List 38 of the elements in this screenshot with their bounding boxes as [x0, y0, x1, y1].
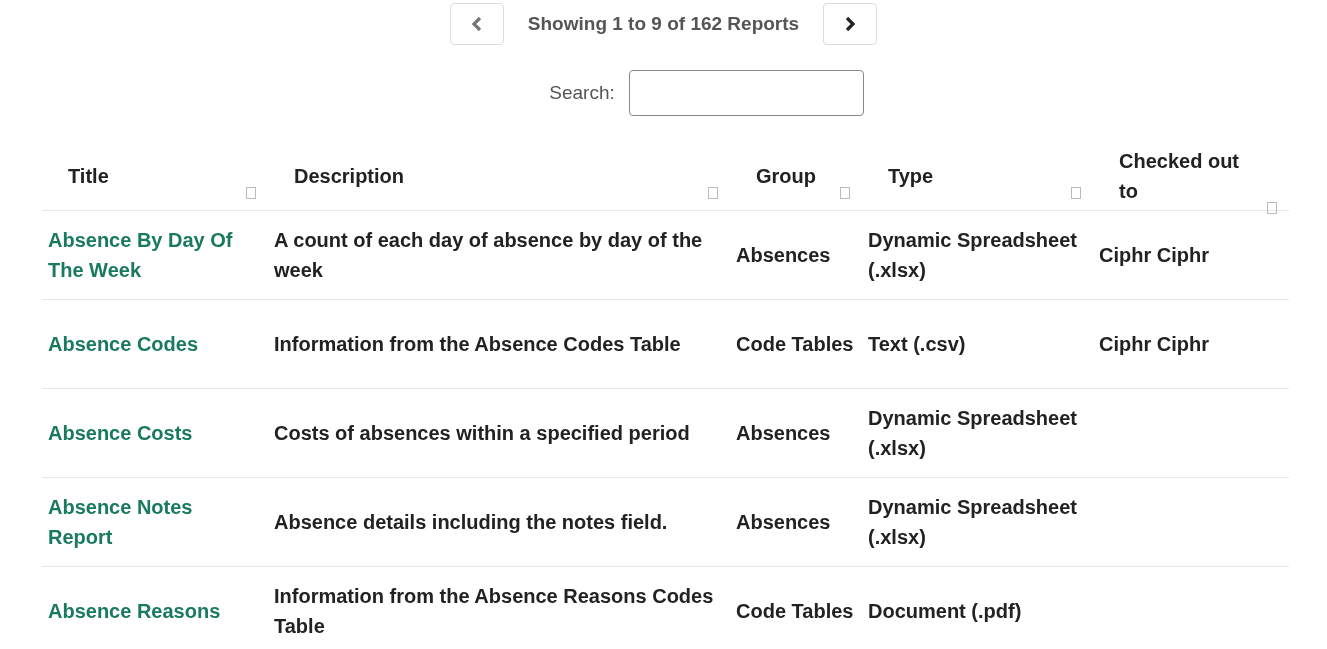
chevron-right-icon [844, 16, 857, 32]
type-cell: Text (.csv) [868, 333, 966, 355]
page-summary: Showing 1 to 9 of 162 Reports [526, 13, 801, 35]
report-title-link[interactable]: Absence Notes Report [48, 492, 262, 552]
report-title-link[interactable]: Absence Costs [48, 418, 193, 448]
description-cell: Information from the Absence Codes Table [274, 333, 681, 355]
sort-icon[interactable] [708, 186, 718, 199]
type-cell: Dynamic Spreadsheet (.xlsx) [868, 229, 1077, 281]
sort-icon[interactable] [1071, 186, 1081, 199]
group-cell: Code Tables [736, 333, 854, 355]
group-cell: Absences [736, 511, 831, 533]
sort-icon[interactable] [1267, 201, 1277, 214]
group-cell: Code Tables [736, 600, 854, 622]
description-cell: A count of each day of absence by day of the week [274, 229, 703, 281]
group-cell: Absences [736, 422, 831, 444]
type-cell: Dynamic Spreadsheet (.xlsx) [868, 496, 1077, 548]
search-label: Search: [549, 82, 615, 104]
checked-out-cell: Ciphr Ciphr [1099, 244, 1209, 266]
type-cell: Document (.pdf) [868, 600, 1022, 622]
next-page-button[interactable] [823, 3, 878, 45]
column-header[interactable]: Group [756, 160, 816, 191]
report-title-link[interactable]: Absence By Day Of The Week [48, 225, 262, 285]
group-cell: Absences [736, 244, 831, 266]
report-title-link[interactable]: Absence Reasons [48, 596, 221, 626]
description-cell: Absence details including the notes field. [274, 511, 668, 533]
type-cell: Dynamic Spreadsheet (.xlsx) [868, 407, 1077, 459]
checked-out-cell: Ciphr Ciphr [1099, 333, 1209, 355]
column-header[interactable]: Title [68, 160, 109, 191]
search-field[interactable] [628, 70, 864, 116]
description-cell: Information from the Absence Reasons Codes Table [274, 585, 714, 637]
column-header[interactable]: Description [294, 160, 405, 191]
description-cell: Costs of absences within a specified period [274, 422, 690, 444]
column-header[interactable]: Type [888, 160, 934, 191]
sort-icon[interactable] [246, 186, 256, 199]
chevron-left-icon [470, 16, 483, 32]
column-header[interactable]: Checked out to [1119, 145, 1259, 206]
report-title-link[interactable]: Absence Codes [48, 329, 199, 359]
sort-icon[interactable] [840, 186, 850, 199]
